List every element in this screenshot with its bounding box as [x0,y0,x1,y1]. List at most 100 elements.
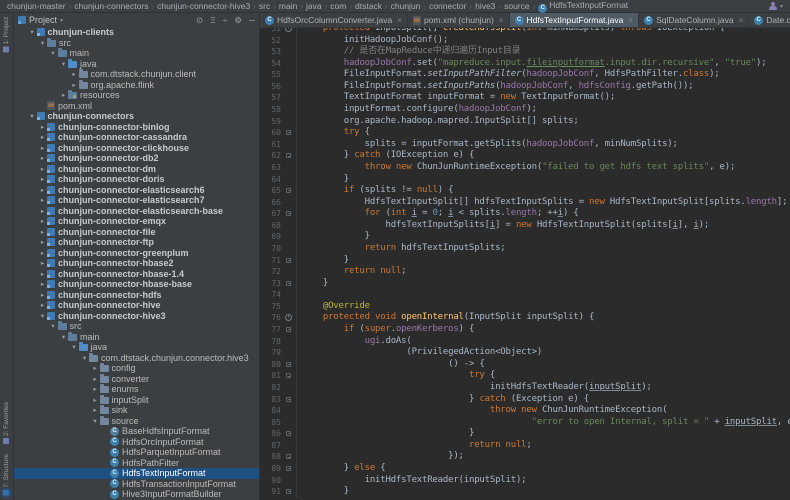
chevron-down-icon[interactable]: ▾ [49,49,58,57]
tree-row[interactable]: ▸enums [14,384,259,395]
chevron-right-icon[interactable]: ▸ [70,70,79,78]
tree-row[interactable]: ▾source [14,416,259,427]
breadcrumb-item[interactable]: java [304,1,324,11]
tree-row[interactable]: ▸chunjun-connector-elasticsearch7 [14,195,259,206]
fold-marker-icon[interactable] [286,431,291,436]
chevron-right-icon[interactable]: ▸ [91,406,100,414]
fold-marker-icon[interactable] [286,153,291,158]
chevron-right-icon[interactable]: ▸ [38,270,47,278]
chevron-right-icon[interactable]: ▸ [38,249,47,257]
tree-row[interactable]: ▸converter [14,374,259,385]
chevron-down-icon[interactable]: ▾ [80,354,89,362]
breadcrumb-item[interactable]: chunjun [389,1,423,11]
breadcrumb-item[interactable]: chunjun-connectors [72,1,150,11]
fold-marker-icon[interactable] [286,454,291,459]
chevron-down-icon[interactable]: ▾ [60,17,63,24]
tree-row[interactable]: ▾java [14,59,259,70]
breadcrumb-item[interactable]: CHdfsTextInputFormat [536,0,630,13]
chevron-right-icon[interactable]: ▸ [38,301,47,309]
chevron-right-icon[interactable]: ▸ [70,81,79,89]
fold-marker-icon[interactable] [286,281,291,286]
chevron-right-icon[interactable]: ▸ [38,133,47,141]
tree-row[interactable]: CHdfsPathFilter [14,458,259,469]
chevron-right-icon[interactable]: ▸ [59,91,68,99]
tree-row[interactable]: ▸chunjun-connector-cassandra [14,132,259,143]
tree-row[interactable]: ▸chunjun-connector-hdfs [14,290,259,301]
tool-window-button-2-favorites[interactable]: 2: Favorites [3,402,10,444]
tree-row[interactable]: ▸chunjun-connector-emqx [14,216,259,227]
tree-row[interactable]: ▸com.dtstack.chunjun.client [14,69,259,80]
fold-marker-icon[interactable] [286,373,291,378]
tree-row[interactable]: mpom.xml [14,101,259,112]
tree-row[interactable]: ▸resources [14,90,259,101]
chevron-right-icon[interactable]: ▸ [38,123,47,131]
chevron-right-icon[interactable]: ▸ [38,175,47,183]
tree-row[interactable]: ▸config [14,363,259,374]
chevron-right-icon[interactable]: ▸ [38,217,47,225]
tree-row[interactable]: ▸sink [14,405,259,416]
chevron-down-icon[interactable]: ▾ [59,60,68,68]
breadcrumb-item[interactable]: dtstack [353,1,384,11]
fold-marker-icon[interactable] [286,258,291,263]
chevron-right-icon[interactable]: ▸ [38,238,47,246]
fold-marker-icon[interactable] [286,211,291,216]
chevron-right-icon[interactable]: ▸ [38,144,47,152]
close-icon[interactable]: × [397,16,402,25]
tree-row[interactable]: ▸chunjun-connector-ftp [14,237,259,248]
chevron-right-icon[interactable]: ▸ [91,385,100,393]
close-icon[interactable]: × [739,16,744,25]
tree-row[interactable]: ▾com.dtstack.chunjun.connector.hive3 [14,353,259,364]
chevron-right-icon[interactable]: ▸ [38,207,47,215]
chevron-down-icon[interactable]: ▾ [91,417,100,425]
tree-row[interactable]: ▾chunjun-connectors [14,111,259,122]
breadcrumb-item[interactable]: connector [427,1,468,11]
breadcrumb-item[interactable]: main [277,1,299,11]
chevron-right-icon[interactable]: ▸ [91,364,100,372]
override-marker-icon[interactable]: ↑ [285,28,292,32]
expand-all-icon[interactable]: ÷ [223,15,228,25]
locate-icon[interactable]: ⊙ [196,15,203,25]
chevron-down-icon[interactable]: ▾ [59,333,68,341]
fold-marker-icon[interactable] [286,466,291,471]
fold-marker-icon[interactable] [286,130,291,135]
tree-row[interactable]: CHdfsTextInputFormat [14,468,259,479]
chevron-right-icon[interactable]: ▸ [91,375,100,383]
chevron-right-icon[interactable]: ▸ [38,280,47,288]
user-menu[interactable]: ▾ [769,2,783,11]
tree-row[interactable]: ▾src [14,321,259,332]
tree-row[interactable]: ▾chunjun-connector-hive3 [14,311,259,322]
tree-row[interactable]: ▾main [14,332,259,343]
chevron-down-icon[interactable]: ▾ [70,343,79,351]
tree-row[interactable]: ▸chunjun-connector-db2 [14,153,259,164]
breadcrumb-item[interactable]: source [502,1,532,11]
chevron-down-icon[interactable]: ▾ [38,39,47,47]
fold-marker-icon[interactable] [286,362,291,367]
tree-row[interactable]: CHdfsOrcInputFormat [14,437,259,448]
tree-row[interactable]: ▸chunjun-connector-hbase-1.4 [14,269,259,280]
chevron-right-icon[interactable]: ▸ [38,291,47,299]
chevron-right-icon[interactable]: ▸ [38,259,47,267]
tree-row[interactable]: CBaseHdfsInputFormat [14,426,259,437]
chevron-right-icon[interactable]: ▸ [38,228,47,236]
chevron-down-icon[interactable]: ▾ [28,112,37,120]
tree-row[interactable]: ▸chunjun-connector-elasticsearch6 [14,185,259,196]
chevron-down-icon[interactable]: ▾ [28,28,37,36]
editor-tab[interactable]: CHdfsOrcColumnConverter.java× [260,13,408,27]
tree-row[interactable]: ▸chunjun-connector-hbase-base [14,279,259,290]
editor-tab[interactable]: CDate.class× [749,13,790,27]
tree-row[interactable]: ▸chunjun-connector-doris [14,174,259,185]
override-marker-icon[interactable]: ↑ [285,314,292,321]
tree-row[interactable]: ▸org.apache.flink [14,80,259,91]
breadcrumb-item[interactable]: hive3 [473,1,497,11]
tool-window-button-1-project[interactable]: 1: Project [3,17,10,52]
tree-row[interactable]: ▸chunjun-connector-hbase2 [14,258,259,269]
tree-row[interactable]: ▸chunjun-connector-clickhouse [14,143,259,154]
tree-row[interactable]: ▸chunjun-connector-greenplum [14,248,259,259]
breadcrumb-item[interactable]: src [257,1,272,11]
tree-row[interactable]: ▸chunjun-connector-file [14,227,259,238]
editor-tab[interactable]: CHdfsTextInputFormat.java× [510,13,640,27]
breadcrumb-item[interactable]: com [328,1,348,11]
tree-row[interactable]: ▸chunjun-connector-dm [14,164,259,175]
chevron-right-icon[interactable]: ▸ [38,165,47,173]
fold-marker-icon[interactable] [286,489,291,494]
